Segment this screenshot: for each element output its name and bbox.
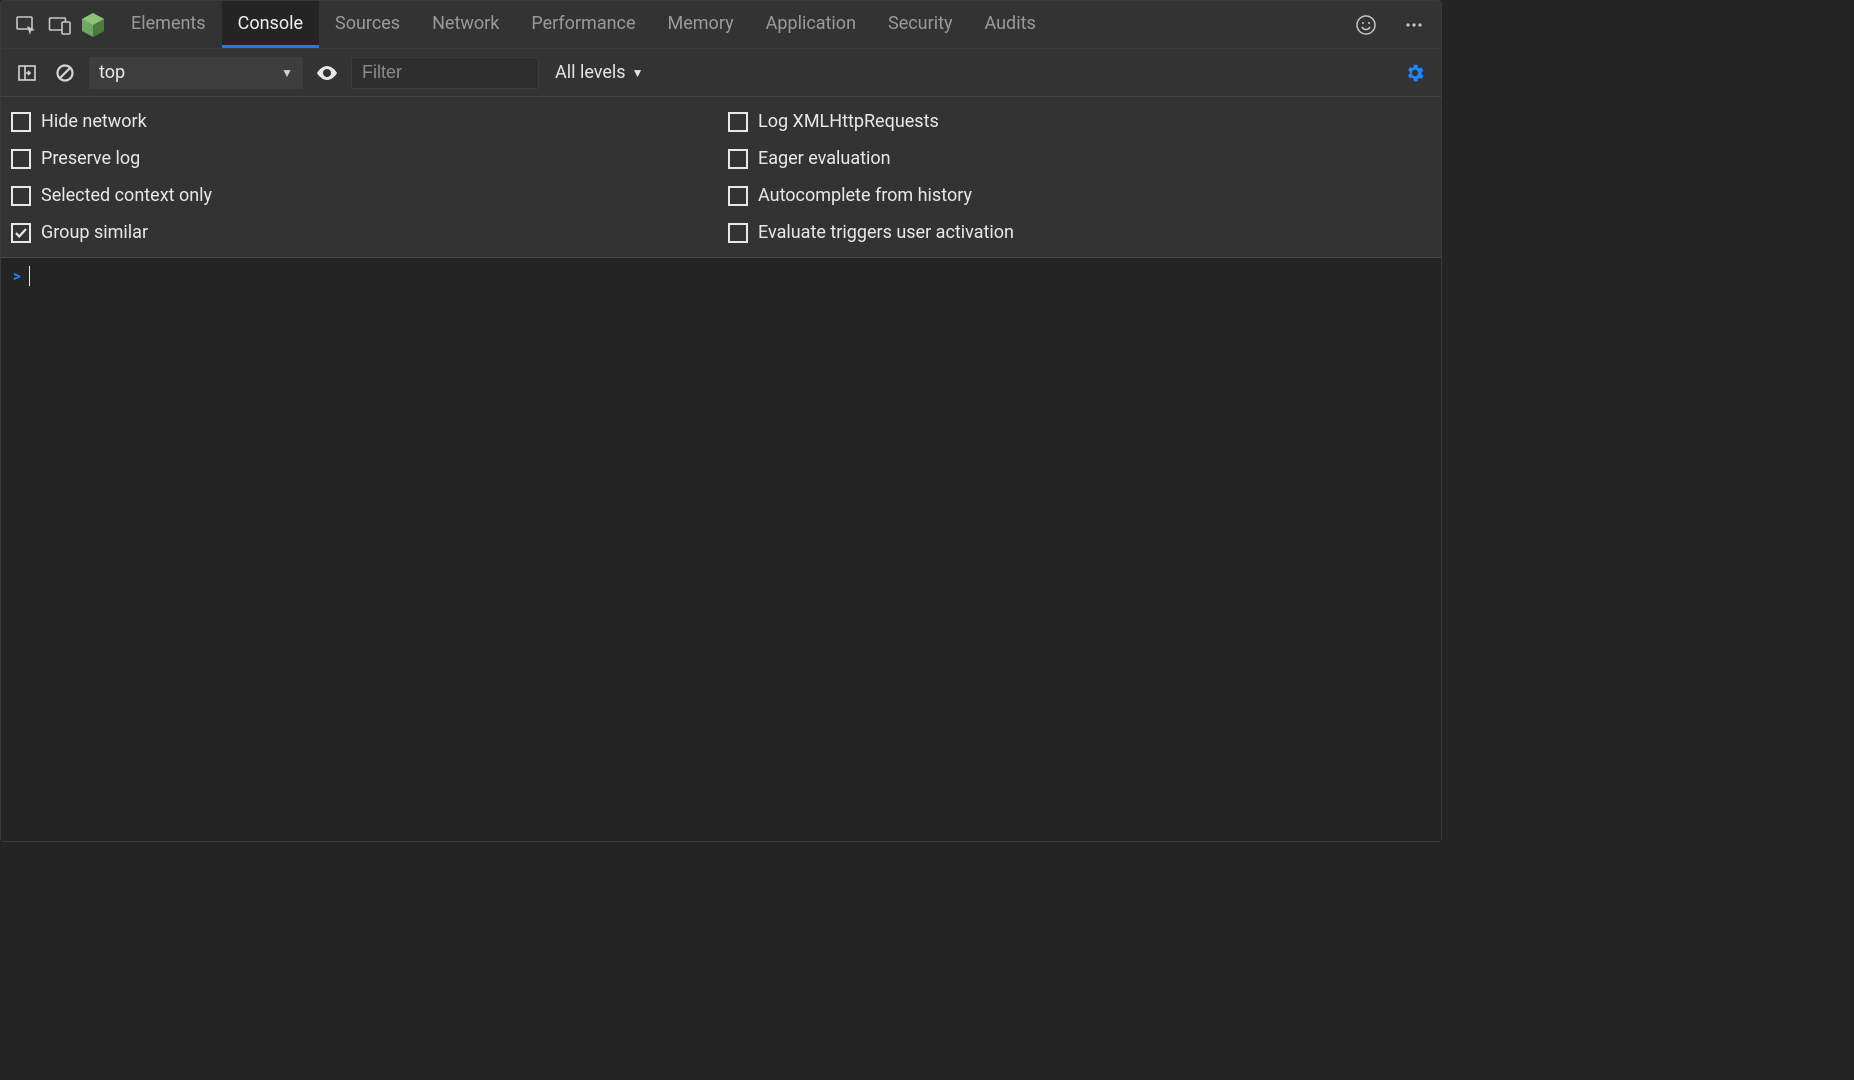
setting-evaluate-triggers-activation[interactable]: Evaluate triggers user activation [724,214,1441,251]
setting-log-xhr[interactable]: Log XMLHttpRequests [724,103,1441,140]
clear-console-icon[interactable] [51,59,79,87]
tab-application[interactable]: Application [750,1,872,48]
setting-label: Autocomplete from history [758,185,972,206]
console-settings-panel: Hide network Preserve log Selected conte… [1,97,1441,258]
tab-performance[interactable]: Performance [515,1,651,48]
execution-context-selector[interactable]: top ▼ [89,57,303,89]
live-expression-eye-icon[interactable] [313,59,341,87]
levels-label: All levels [555,62,626,83]
checkbox[interactable] [728,223,748,243]
setting-label: Group similar [41,222,148,243]
console-toolbar: top ▼ All levels ▼ [1,49,1441,97]
tab-elements[interactable]: Elements [115,1,222,48]
tab-console[interactable]: Console [222,1,319,48]
setting-hide-network[interactable]: Hide network [7,103,724,140]
devtools-window: Elements Console Sources Network Perform… [0,0,1442,842]
setting-group-similar[interactable]: Group similar [7,214,724,251]
tab-memory[interactable]: Memory [652,1,750,48]
checkbox[interactable] [728,112,748,132]
chevron-down-icon: ▼ [281,66,293,80]
tab-audits[interactable]: Audits [968,1,1051,48]
panel-tabs: Elements Console Sources Network Perform… [115,1,1052,48]
checkbox[interactable] [11,149,31,169]
settings-col-left: Hide network Preserve log Selected conte… [7,103,724,251]
topbar: Elements Console Sources Network Perform… [1,1,1441,49]
setting-label: Hide network [41,111,147,132]
console-text-cursor [29,266,30,286]
tab-security[interactable]: Security [872,1,968,48]
toggle-console-sidebar-icon[interactable] [13,59,41,87]
setting-label: Log XMLHttpRequests [758,111,939,132]
toggle-device-toolbar-icon[interactable] [43,8,77,42]
setting-preserve-log[interactable]: Preserve log [7,140,724,177]
tab-network[interactable]: Network [416,1,515,48]
checkbox[interactable] [11,112,31,132]
nodejs-icon[interactable] [81,13,105,37]
checkbox[interactable] [11,186,31,206]
setting-selected-context-only[interactable]: Selected context only [7,177,724,214]
settings-col-right: Log XMLHttpRequests Eager evaluation Aut… [724,103,1441,251]
filter-input[interactable] [351,57,539,89]
setting-label: Evaluate triggers user activation [758,222,1014,243]
setting-label: Selected context only [41,185,212,206]
context-value: top [99,62,125,83]
feedback-smiley-icon[interactable] [1349,8,1383,42]
checkbox[interactable] [728,186,748,206]
chevron-down-icon: ▼ [632,66,644,80]
setting-label: Preserve log [41,148,140,169]
checkbox[interactable] [728,149,748,169]
console-settings-gear-icon[interactable] [1401,59,1429,87]
setting-autocomplete-history[interactable]: Autocomplete from history [724,177,1441,214]
setting-label: Eager evaluation [758,148,891,169]
tab-sources[interactable]: Sources [319,1,416,48]
more-options-icon[interactable] [1397,8,1431,42]
log-levels-selector[interactable]: All levels ▼ [549,62,649,83]
setting-eager-evaluation[interactable]: Eager evaluation [724,140,1441,177]
console-prompt-caret-icon: > [13,266,21,286]
inspect-element-icon[interactable] [9,8,43,42]
checkbox[interactable] [11,223,31,243]
console-body[interactable]: > [1,258,1441,841]
